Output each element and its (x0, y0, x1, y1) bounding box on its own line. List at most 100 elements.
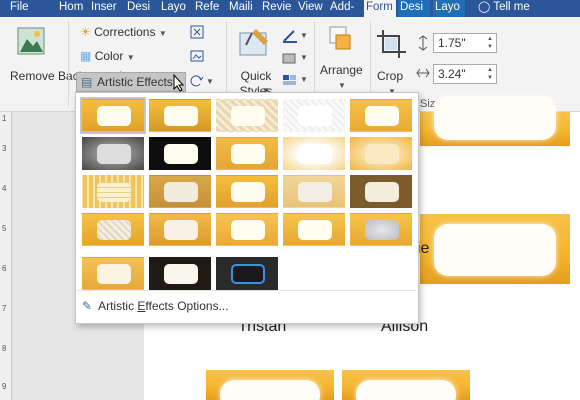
picture-border-icon[interactable] (282, 29, 298, 43)
color-icon: ▦ (80, 49, 92, 63)
compress-pictures-icon[interactable] (190, 25, 204, 39)
color-button[interactable]: ▦ Color ▼ (80, 49, 135, 67)
chevron-down-icon: ▼ (206, 77, 214, 86)
tab-file[interactable]: File (8, 0, 38, 17)
effect-crisscross-etching-thumbnail[interactable] (149, 213, 211, 246)
name-card[interactable] (420, 96, 570, 146)
corrections-icon: ☀ (80, 25, 91, 39)
effect-glass-thumbnail[interactable] (350, 213, 412, 246)
effect-line-drawing-thumbnail[interactable] (350, 99, 412, 132)
chevron-down-icon: ▼ (126, 53, 135, 62)
artistic-effects-options-menu-item[interactable]: ✎ Artistic Effects Options... (82, 299, 229, 317)
effect-film-grain-thumbnail[interactable] (283, 175, 345, 208)
spin-arrows-icon[interactable]: ▲ ▼ (485, 35, 495, 51)
effect-photocopy-thumbnail[interactable] (149, 257, 211, 290)
ruler-number: 1 (2, 114, 7, 123)
tab-mailings[interactable]: Maili (227, 0, 257, 17)
effect-glow-diffused-thumbnail[interactable] (283, 137, 345, 170)
quick-styles-icon (239, 29, 268, 56)
corrections-button[interactable]: ☀ Corrections ▼ (80, 25, 167, 43)
tab-view[interactable]: View (296, 0, 324, 17)
color-label: Color (94, 49, 124, 63)
name-card[interactable] (342, 370, 470, 400)
chevron-down-icon: ▼ (300, 31, 308, 40)
quick-styles-button[interactable]: Quick Styles ▼ (232, 23, 278, 103)
chevron-down-icon: ▼ (338, 81, 346, 90)
remove-background-button[interactable]: Remove Background (0, 23, 123, 101)
ruler-number: 5 (2, 224, 7, 233)
shape-width-icon (416, 68, 430, 78)
shape-width-field[interactable]: 3.24" ▲ ▼ (433, 64, 497, 84)
name-card[interactable] (420, 214, 570, 284)
tab-insert[interactable]: Inser (89, 0, 119, 17)
effect-glow-edges-thumbnail[interactable] (216, 257, 278, 290)
shape-height-field[interactable]: 1.75" ▲ ▼ (433, 33, 497, 53)
chevron-down-icon: ▼ (158, 29, 167, 38)
shape-height-value: 1.75" (438, 36, 466, 50)
options-suffix: ffects Options... (145, 299, 229, 313)
effect-chalk-sketch-thumbnail[interactable] (82, 137, 144, 170)
picture-effects-icon[interactable] (282, 51, 298, 65)
artistic-effects-options-icon: ✎ (82, 299, 93, 313)
effect-pastels-smooth-thumbnail[interactable] (216, 213, 278, 246)
effect-pencil-grayscale-thumbnail[interactable] (216, 99, 278, 132)
arrange-icon (329, 26, 351, 50)
effect-light-screen-thumbnail[interactable] (149, 175, 211, 208)
effect-paint-strokes-thumbnail[interactable] (149, 137, 211, 170)
tab-add-ins[interactable]: Add- (328, 0, 360, 17)
tab-layout-contextual[interactable]: Layo (433, 0, 465, 17)
lightbulb-icon: ◯ (478, 1, 491, 13)
menu-divider (77, 290, 417, 291)
mouse-cursor-icon (173, 74, 185, 92)
tab-design[interactable]: Desi (125, 0, 155, 17)
ruler-number: 7 (2, 304, 7, 313)
corrections-label: Corrections (94, 25, 156, 39)
ruler-number: 8 (2, 344, 7, 353)
reset-picture-icon[interactable] (190, 74, 204, 88)
tell-me-box[interactable]: ◯ Tell me (476, 0, 556, 17)
tab-review[interactable]: Revie (260, 0, 292, 17)
artistic-effects-gallery: ✎ Artistic Effects Options... (75, 92, 419, 324)
change-picture-icon[interactable] (190, 49, 204, 63)
effect-mosaic-thumbnail[interactable] (82, 175, 144, 208)
tab-format[interactable]: Form (364, 0, 396, 17)
remove-background-icon (17, 27, 45, 55)
crop-button[interactable]: Crop ▼ (374, 23, 412, 103)
effect-watercolor-thumbnail[interactable] (216, 175, 278, 208)
name-card[interactable] (206, 370, 334, 400)
effect-marker-thumbnail[interactable] (149, 99, 211, 132)
tab-layout[interactable]: Layo (159, 0, 189, 17)
ribbon-tab-bar: File Hom Inser Desi Layo Refe Maili Revi… (0, 0, 580, 17)
artistic-effects-button[interactable]: ▤ Artistic Effects ▼ (76, 72, 186, 92)
arrange-label: Arrange (320, 63, 363, 77)
options-prefix: Artistic (98, 299, 138, 313)
group-separator (68, 21, 69, 107)
tab-home[interactable]: Hom (57, 0, 85, 17)
chevron-down-icon: ▼ (300, 75, 308, 84)
tab-references[interactable]: Refe (193, 0, 223, 17)
ruler-number: 3 (2, 144, 7, 153)
effect-texturizer-thumbnail[interactable] (82, 213, 144, 246)
picture-layout-icon[interactable] (282, 73, 298, 87)
crop-label: Crop (377, 69, 404, 83)
remove-background-label: Remove Background (10, 69, 123, 83)
effect-cutout-thumbnail[interactable] (350, 175, 412, 208)
effect-paint-brush-thumbnail[interactable] (216, 137, 278, 170)
vertical-ruler: 1 3 4 5 6 7 8 9 (0, 112, 12, 400)
chevron-down-icon: ▼ (300, 53, 308, 62)
ruler-number: 4 (2, 184, 7, 193)
crop-icon (377, 30, 406, 58)
ruler-number: 9 (2, 382, 7, 391)
arrange-button[interactable]: Arrange ▼ (318, 23, 366, 103)
artistic-effects-icon: ▤ (81, 75, 93, 89)
ruler-number: 6 (2, 264, 7, 273)
effect-plastic-wrap-thumbnail[interactable] (283, 213, 345, 246)
tell-me-label: Tell me (493, 1, 530, 13)
tab-design-contextual[interactable]: Desi (398, 0, 430, 17)
shape-width-value: 3.24" (438, 67, 466, 81)
effect-blur-thumbnail[interactable] (350, 137, 412, 170)
effect-pencil-sketch-thumbnail[interactable] (283, 99, 345, 132)
effect-cement-thumbnail[interactable] (82, 257, 144, 290)
effect-none-thumbnail[interactable] (80, 97, 146, 134)
spin-arrows-icon[interactable]: ▲ ▼ (485, 66, 495, 82)
